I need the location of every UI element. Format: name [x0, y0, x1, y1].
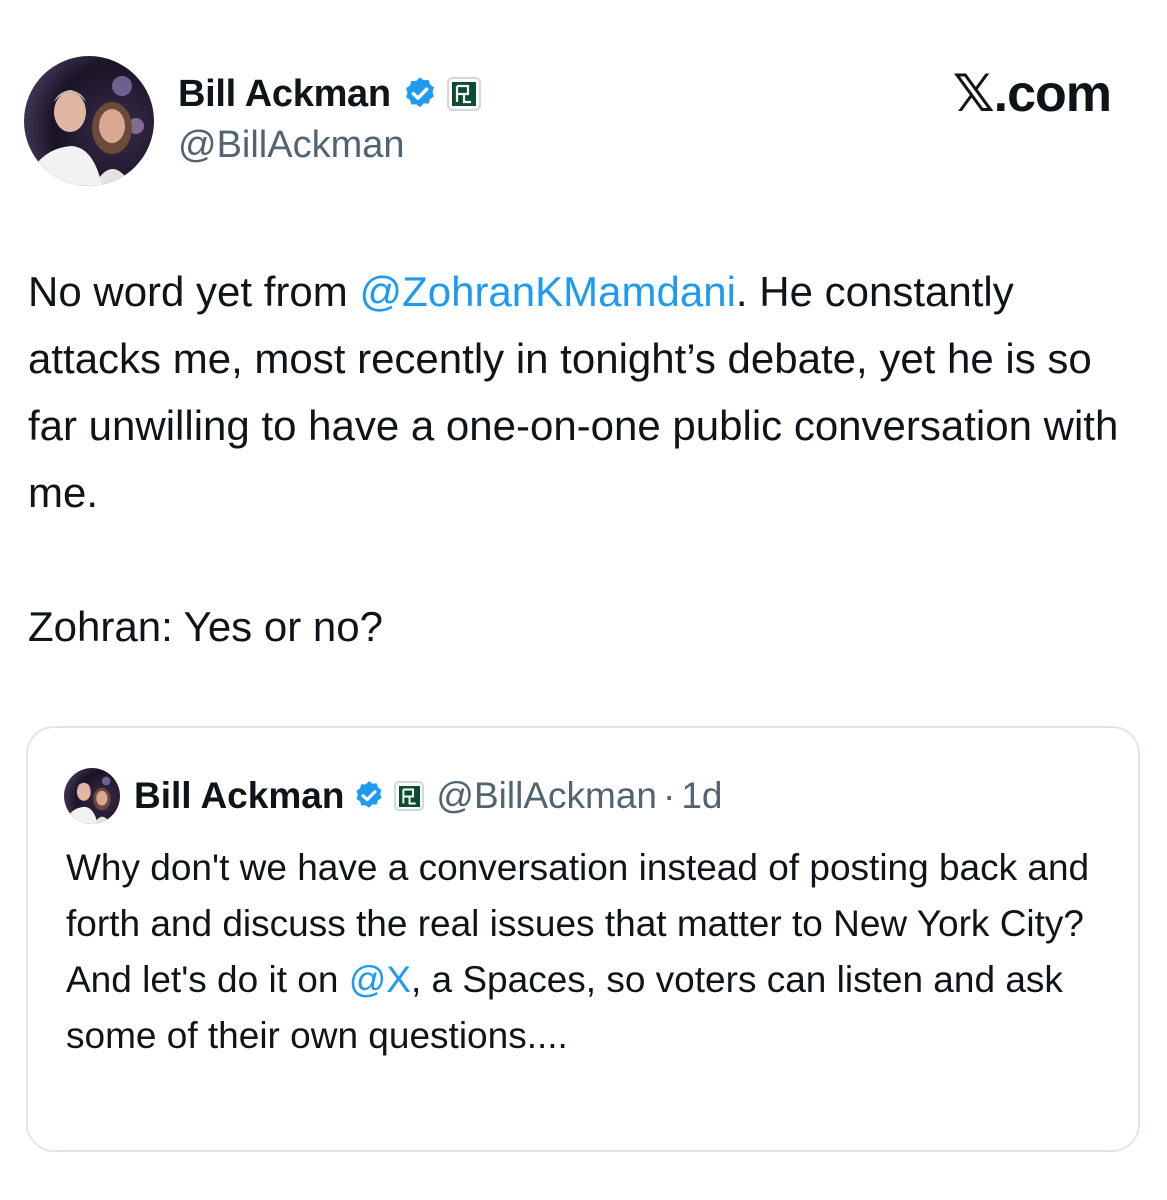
pershing-square-affiliate-icon: [398, 785, 420, 807]
verified-badge-icon[interactable]: [401, 75, 439, 113]
x-logo-icon: 𝕏: [952, 64, 995, 124]
pershing-square-affiliate-icon: [451, 82, 476, 106]
mention-link[interactable]: @ZohranKMamdani: [359, 268, 735, 315]
quoted-post-text: Why don't we have a conversation instead…: [66, 840, 1106, 1064]
author-info: Bill Ackman @BillAckman: [178, 70, 481, 167]
quoted-post-header: Bill Ackman @BillAckman · 1d: [64, 768, 722, 824]
author-handle[interactable]: @BillAckman: [178, 124, 481, 167]
post-text-part: No word yet from: [28, 268, 360, 315]
site-label-text: .com: [993, 65, 1112, 123]
author-name-row: Bill Ackman: [178, 70, 481, 118]
post-text: No word yet from @ZohranKMamdani. He con…: [28, 258, 1138, 660]
quoted-post-card[interactable]: Bill Ackman @BillAckman · 1d Why don't w…: [26, 726, 1140, 1152]
post-screenshot: Bill Ackman @BillAckman 𝕏.com No word ye…: [0, 0, 1167, 1200]
avatar-photo-icon: [24, 76, 144, 186]
author-display-name[interactable]: Bill Ackman: [178, 73, 391, 116]
author-avatar[interactable]: [24, 56, 154, 186]
quoted-author-handle[interactable]: @BillAckman: [436, 775, 657, 817]
post-closing-line: Zohran: Yes or no?: [28, 603, 383, 650]
site-label: 𝕏.com: [952, 64, 1112, 124]
post-paragraph: No word yet from @ZohranKMamdani. He con…: [28, 258, 1138, 526]
affiliation-badge[interactable]: [446, 77, 481, 111]
quoted-author-avatar[interactable]: [64, 768, 120, 824]
quoted-post-timestamp[interactable]: 1d: [681, 775, 722, 817]
mention-link[interactable]: @X: [349, 959, 411, 1000]
affiliation-badge[interactable]: [394, 781, 425, 811]
verified-badge-icon[interactable]: [352, 779, 386, 813]
quoted-author-name[interactable]: Bill Ackman: [134, 775, 344, 817]
meta-separator: ·: [662, 775, 676, 816]
avatar-photo-icon: [64, 776, 111, 824]
